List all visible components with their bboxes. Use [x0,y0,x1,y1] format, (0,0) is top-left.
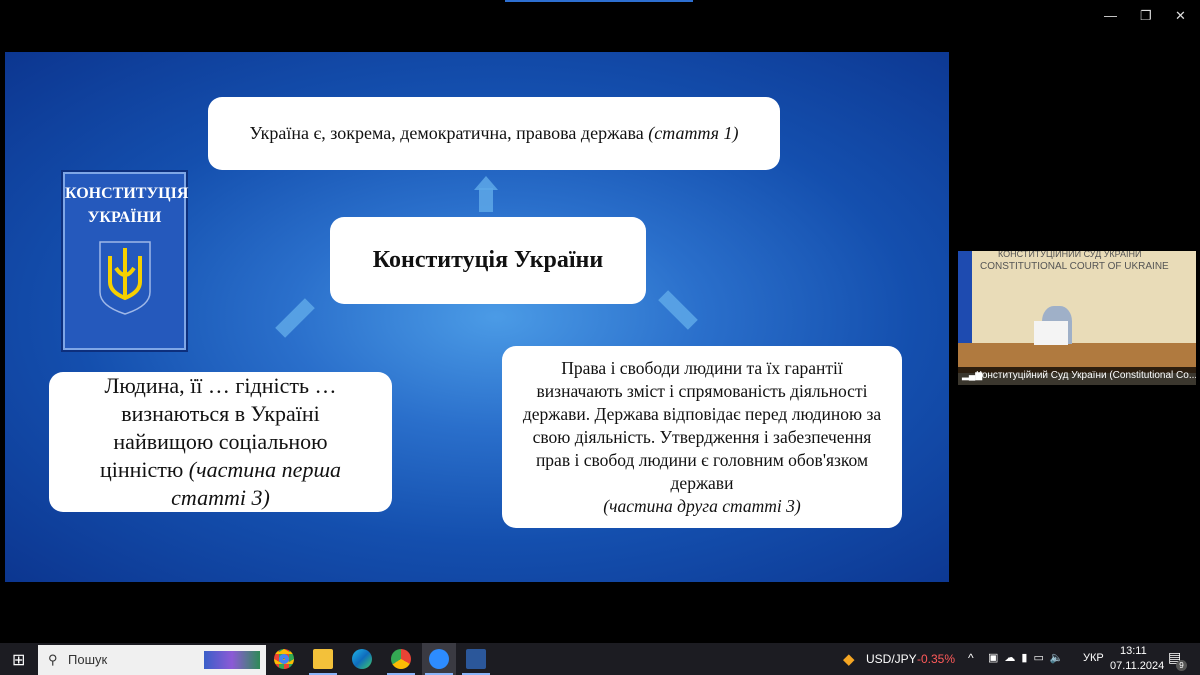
ticker-label[interactable]: USD/JPY [866,652,917,666]
minimize-button[interactable]: — [1104,8,1117,23]
tray-icons[interactable]: ▣☁▮▭🔈 [988,651,1070,664]
word-icon[interactable] [466,649,486,669]
windows-start-icon[interactable]: ⊞ [12,650,25,670]
wall-title-en: CONSTITUTIONAL COURT OF UKRAINE [980,261,1169,272]
participant-name: Конституційний Суд України (Constitution… [958,367,1196,385]
edge-icon[interactable] [352,649,372,669]
shared-slide: Україна є, зокрема, демократична, правов… [5,52,949,582]
clock-date[interactable]: 07.11.2024 [1110,660,1164,672]
weather-widget-icon[interactable]: ◆ [843,650,855,668]
left-box-ref: (частина перша статті 3) [171,457,342,510]
zoom-app-active[interactable] [422,643,456,675]
chrome-profile-icon[interactable] [391,649,411,669]
close-button[interactable]: ✕ [1175,8,1186,24]
left-box: Людина, її … гідність … визнаються в Укр… [49,372,392,512]
notification-count: 9 [1176,660,1187,671]
signal-icon: ▂▄▆ [962,370,983,380]
top-box: Україна є, зокрема, демократична, правов… [208,97,780,170]
right-box-ref: (частина друга статті 3) [603,495,801,516]
taskbar: ⊞ ⚲ Пошук ◆ USD/JPY -0.35% ^ ▣☁▮▭🔈 УКР 1… [0,643,1200,675]
show-hidden-icons[interactable]: ^ [968,651,974,665]
laptop [1034,321,1068,345]
top-box-ref: (стаття 1) [648,123,739,143]
ticker-change: -0.35% [917,652,956,666]
window-tab-strip [505,0,693,2]
restore-button[interactable]: ❐ [1140,8,1152,24]
arrow-down-right-icon [658,290,698,330]
clock-time[interactable]: 13:11 [1120,645,1147,657]
center-box: Конституція України [330,217,646,304]
arrow-down-left-icon [275,298,315,338]
right-box: Права і свободи людини та їх гарантії ви… [502,346,902,528]
participant-video[interactable]: КОНСТИТУЦІЙНИЙ СУД УКРАЇНИ CONSTITUTIONA… [958,251,1196,385]
file-explorer-icon[interactable] [313,649,333,669]
book-title-2: УКРАЇНИ [87,209,162,226]
wall-title-ua: КОНСТИТУЦІЙНИЙ СУД УКРАЇНИ [998,251,1142,259]
top-box-text: Україна є, зокрема, демократична, правов… [249,123,649,143]
book-title-1: КОНСТИТУЦІЯ [65,185,189,202]
chrome-icon[interactable] [274,649,294,669]
trident-icon [98,241,151,315]
arrow-up-icon [479,188,493,212]
right-box-text: Права і свободи людини та їх гарантії ви… [522,357,882,493]
search-box[interactable]: ⚲ Пошук [38,645,266,675]
search-placeholder: Пошук [68,652,108,667]
search-icon: ⚲ [48,652,58,667]
zoom-icon [429,649,449,669]
language-indicator[interactable]: УКР [1083,652,1104,664]
search-highlight-image [204,651,260,669]
arrow-up-head-icon [474,176,498,190]
constitution-book-image: КОНСТИТУЦІЯ УКРАЇНИ [63,172,189,350]
